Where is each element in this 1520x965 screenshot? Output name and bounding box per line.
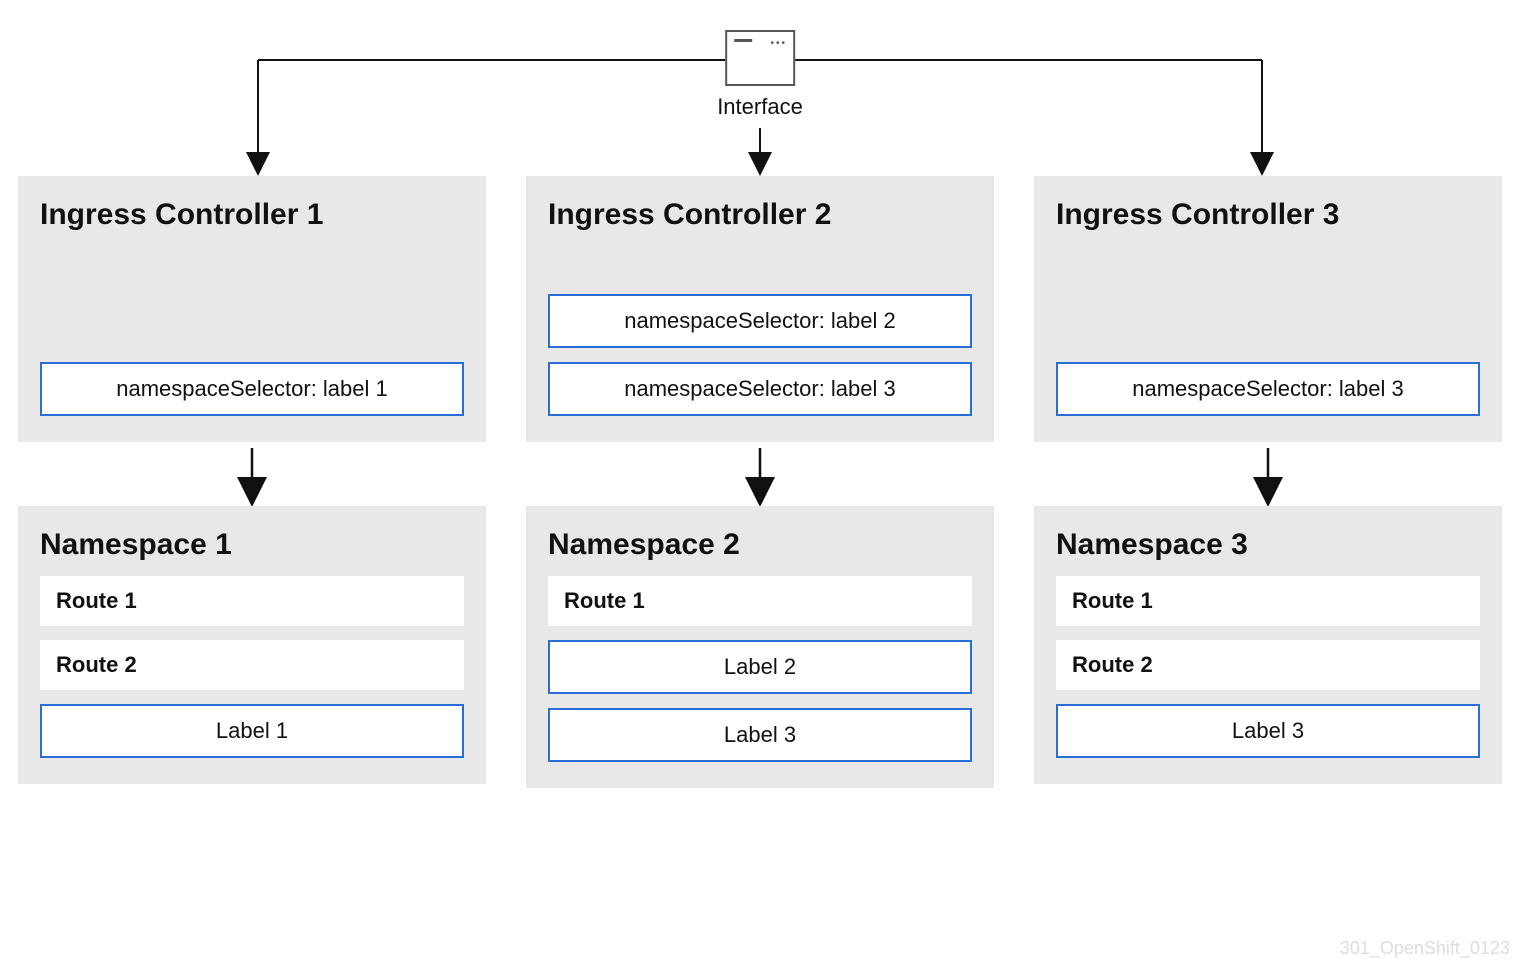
panel-title: Ingress Controller 3 [1056,198,1480,232]
interface-node: ••• Interface [717,30,803,120]
interface-label: Interface [717,94,803,120]
route-box: Route 2 [40,640,464,690]
namespace-body: Route 1 Label 2 Label 3 [548,576,972,762]
label-box: Label 3 [548,708,972,762]
namespace-selector: namespaceSelector: label 2 [548,294,972,348]
footer-stamp: 301_OpenShift_0123 [1340,938,1510,959]
route-box: Route 1 [40,576,464,626]
panel-title: Ingress Controller 1 [40,198,464,232]
namespace-2: Namespace 2 Route 1 Label 2 Label 3 [526,506,994,788]
arrow-down [18,442,486,506]
panel-title: Namespace 3 [1056,528,1480,562]
ingress-controller-2: Ingress Controller 2 namespaceSelector: … [526,176,994,442]
controller-body: namespaceSelector: label 2 namespaceSele… [548,246,972,416]
arrow-down [526,442,994,506]
arrow-down [1034,442,1502,506]
controller-body: namespaceSelector: label 1 [40,246,464,416]
ingress-controller-3: Ingress Controller 3 namespaceSelector: … [1034,176,1502,442]
namespace-body: Route 1 Route 2 Label 1 [40,576,464,758]
panel-title: Namespace 1 [40,528,464,562]
window-icon: ••• [725,30,795,86]
route-box: Route 1 [548,576,972,626]
panel-title: Ingress Controller 2 [548,198,972,232]
controller-body: namespaceSelector: label 3 [1056,246,1480,416]
panel-title: Namespace 2 [548,528,972,562]
namespace-selector: namespaceSelector: label 3 [1056,362,1480,416]
label-box: Label 2 [548,640,972,694]
namespace-selector: namespaceSelector: label 3 [548,362,972,416]
label-box: Label 3 [1056,704,1480,758]
namespace-selector: namespaceSelector: label 1 [40,362,464,416]
route-box: Route 1 [1056,576,1480,626]
column-3: Ingress Controller 3 namespaceSelector: … [1034,176,1502,788]
route-box: Route 2 [1056,640,1480,690]
diagram-canvas: ••• Interface Ingress Controller 1 names… [0,0,1520,965]
ingress-controller-1: Ingress Controller 1 namespaceSelector: … [18,176,486,442]
namespace-body: Route 1 Route 2 Label 3 [1056,576,1480,758]
column-2: Ingress Controller 2 namespaceSelector: … [526,176,994,788]
namespace-3: Namespace 3 Route 1 Route 2 Label 3 [1034,506,1502,784]
label-box: Label 1 [40,704,464,758]
columns: Ingress Controller 1 namespaceSelector: … [18,176,1502,788]
column-1: Ingress Controller 1 namespaceSelector: … [18,176,486,788]
namespace-1: Namespace 1 Route 1 Route 2 Label 1 [18,506,486,784]
